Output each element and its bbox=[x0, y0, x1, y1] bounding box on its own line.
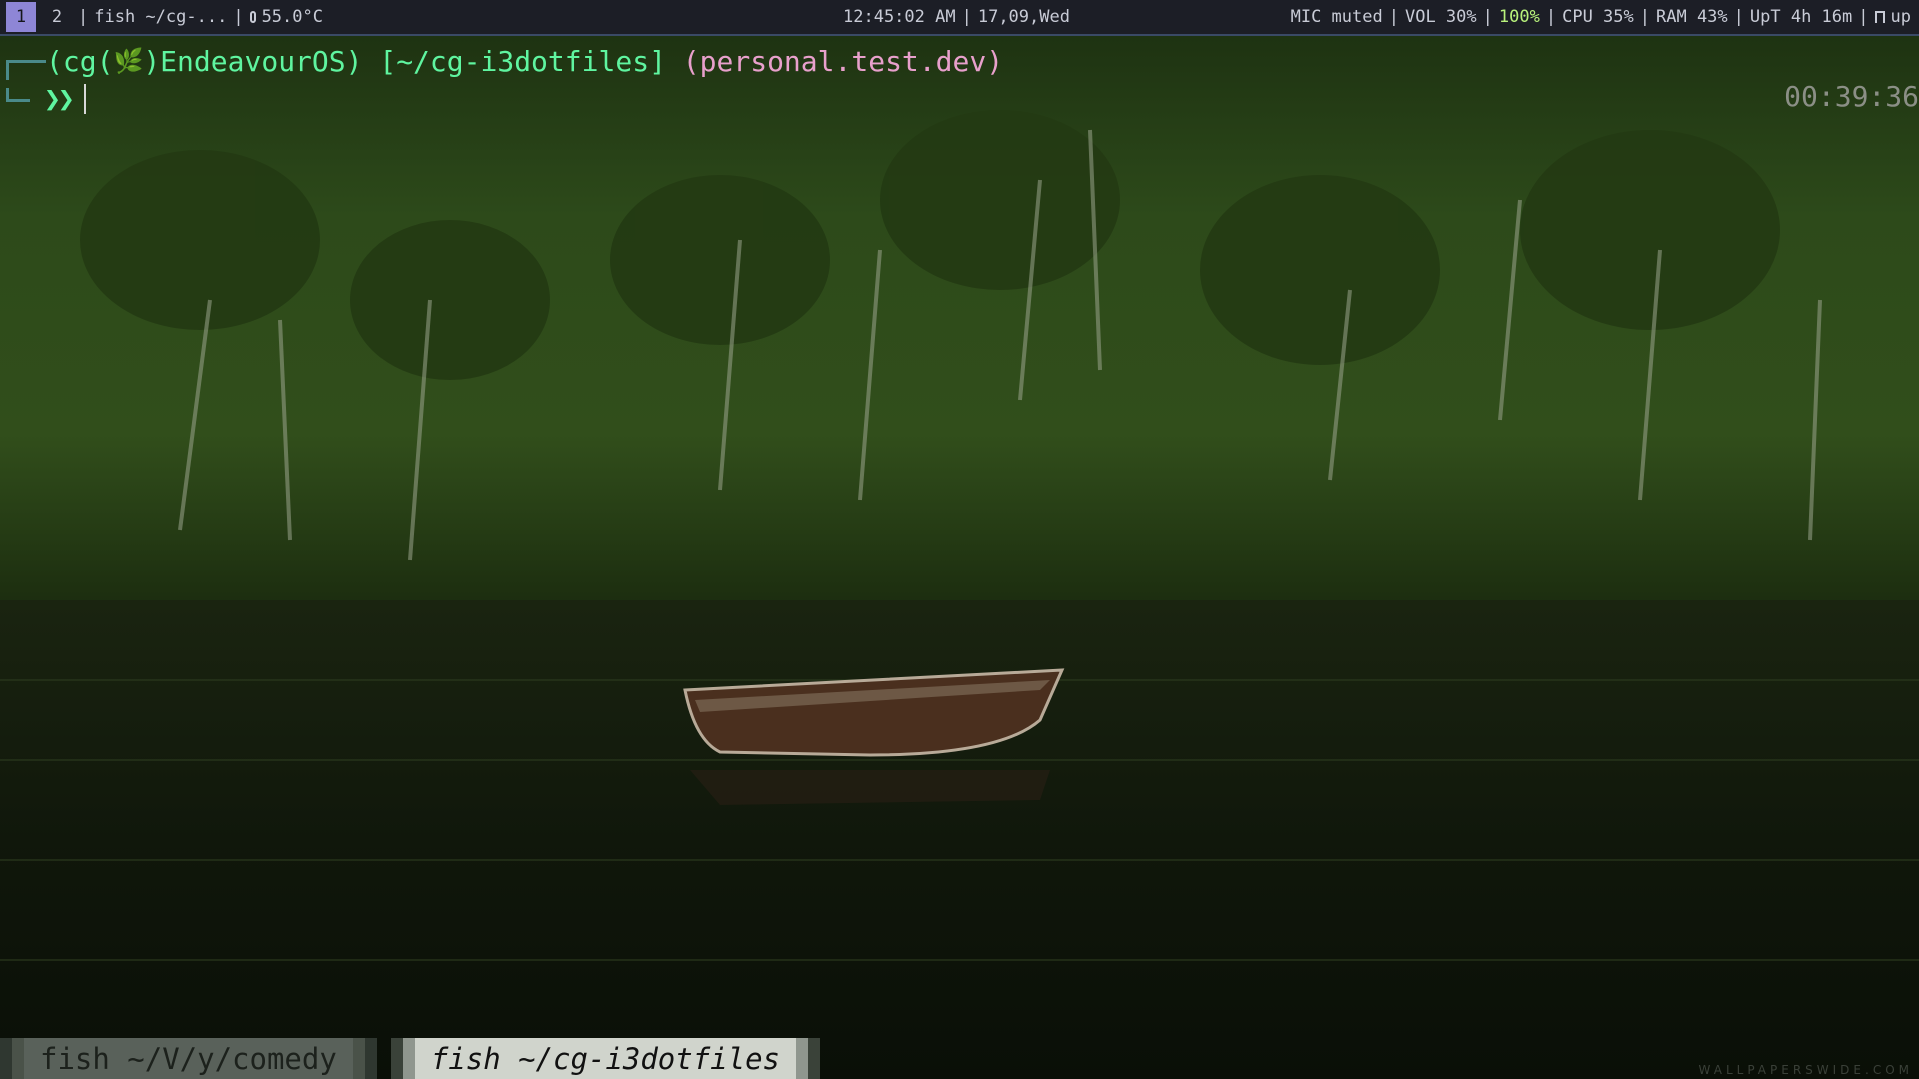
tab-comedy[interactable]: fish ~/V/y/comedy bbox=[0, 1038, 377, 1079]
cpu-usage: CPU 35% bbox=[1562, 7, 1634, 27]
separator: | bbox=[961, 7, 972, 27]
status-bar-left: 1 2 | fish ~/cg-... | 55.0°C bbox=[0, 2, 323, 32]
window-title: fish ~/cg-... bbox=[94, 7, 228, 27]
separator: | bbox=[1733, 7, 1744, 27]
temperature-readout: 55.0°C bbox=[261, 7, 323, 27]
tab-cg-i3dotfiles[interactable]: fish ~/cg-i3dotfiles bbox=[390, 1038, 821, 1079]
prompt-corner-top bbox=[6, 60, 46, 80]
date: 17,09,Wed bbox=[977, 7, 1070, 27]
tab-edge bbox=[12, 1038, 24, 1079]
updates-icon bbox=[1874, 11, 1885, 23]
tab-edge bbox=[796, 1038, 809, 1079]
right-prompt-time: 00:39:36 bbox=[1784, 80, 1919, 113]
tab-label: fish ~/cg-i3dotfiles bbox=[414, 1038, 797, 1079]
thermometer-icon bbox=[249, 11, 256, 23]
volume-status[interactable]: VOL 30% bbox=[1405, 7, 1477, 27]
prompt-line: (cg( 🌿 )EndeavourOS) [~/cg-i3dotfiles] (… bbox=[6, 42, 1003, 80]
text-cursor bbox=[83, 83, 86, 114]
clock: 12:45:02 AM bbox=[843, 7, 956, 27]
separator: | bbox=[233, 7, 244, 27]
battery-status: 100% bbox=[1498, 7, 1540, 27]
tab-edge bbox=[364, 1038, 377, 1079]
prompt-user: (cg( bbox=[46, 44, 114, 78]
tab-edge bbox=[808, 1038, 821, 1079]
prompt-path: [~/cg-i3dotfiles] bbox=[379, 44, 666, 78]
prompt-git-branch: (personal.test.dev) bbox=[682, 44, 1004, 78]
status-bar-center: 12:45:02 AM | 17,09,Wed bbox=[843, 0, 1070, 34]
mic-status[interactable]: MIC muted bbox=[1291, 7, 1383, 27]
prompt-input-line[interactable]: ❯❯ bbox=[6, 82, 86, 115]
separator: | bbox=[1388, 7, 1399, 27]
uptime: UpT 4h 16m bbox=[1749, 7, 1853, 27]
workspace-button-1[interactable]: 1 bbox=[6, 2, 36, 32]
separator: | bbox=[1639, 7, 1650, 27]
ram-usage: RAM 43% bbox=[1656, 7, 1728, 27]
desktop-screen: 1 2 | fish ~/cg-... | 55.0°C 12:45:02 AM… bbox=[0, 0, 1919, 1079]
prompt-corner-bottom bbox=[6, 87, 30, 102]
terminal-tab-bar: fish ~/V/y/comedy fish ~/cg-i3dotfiles bbox=[0, 1038, 834, 1079]
tab-edge bbox=[402, 1038, 415, 1079]
workspace-button-2[interactable]: 2 bbox=[42, 2, 72, 32]
separator: | bbox=[1482, 7, 1493, 27]
separator: | bbox=[1545, 7, 1557, 27]
terminal-window[interactable]: (cg( 🌿 )EndeavourOS) [~/cg-i3dotfiles] (… bbox=[0, 36, 1919, 1036]
tab-edge bbox=[0, 1038, 12, 1079]
tab-edge bbox=[390, 1038, 403, 1079]
tab-edge bbox=[352, 1038, 365, 1079]
wallpaper-watermark: WALLPAPERSWIDE.COM bbox=[1698, 1063, 1913, 1077]
status-bar-right: MIC muted | VOL 30% | 100% | CPU 35% | R… bbox=[1291, 0, 1911, 34]
leaf-icon: 🌿 bbox=[113, 47, 144, 75]
updates-status[interactable]: up bbox=[1891, 7, 1911, 27]
separator: | bbox=[1858, 7, 1869, 27]
separator: | bbox=[78, 7, 89, 27]
tab-label: fish ~/V/y/comedy bbox=[24, 1038, 353, 1079]
prompt-symbol: ❯❯ bbox=[44, 82, 75, 115]
prompt-host: )EndeavourOS) bbox=[143, 44, 363, 78]
status-bar: 1 2 | fish ~/cg-... | 55.0°C 12:45:02 AM… bbox=[0, 0, 1919, 36]
